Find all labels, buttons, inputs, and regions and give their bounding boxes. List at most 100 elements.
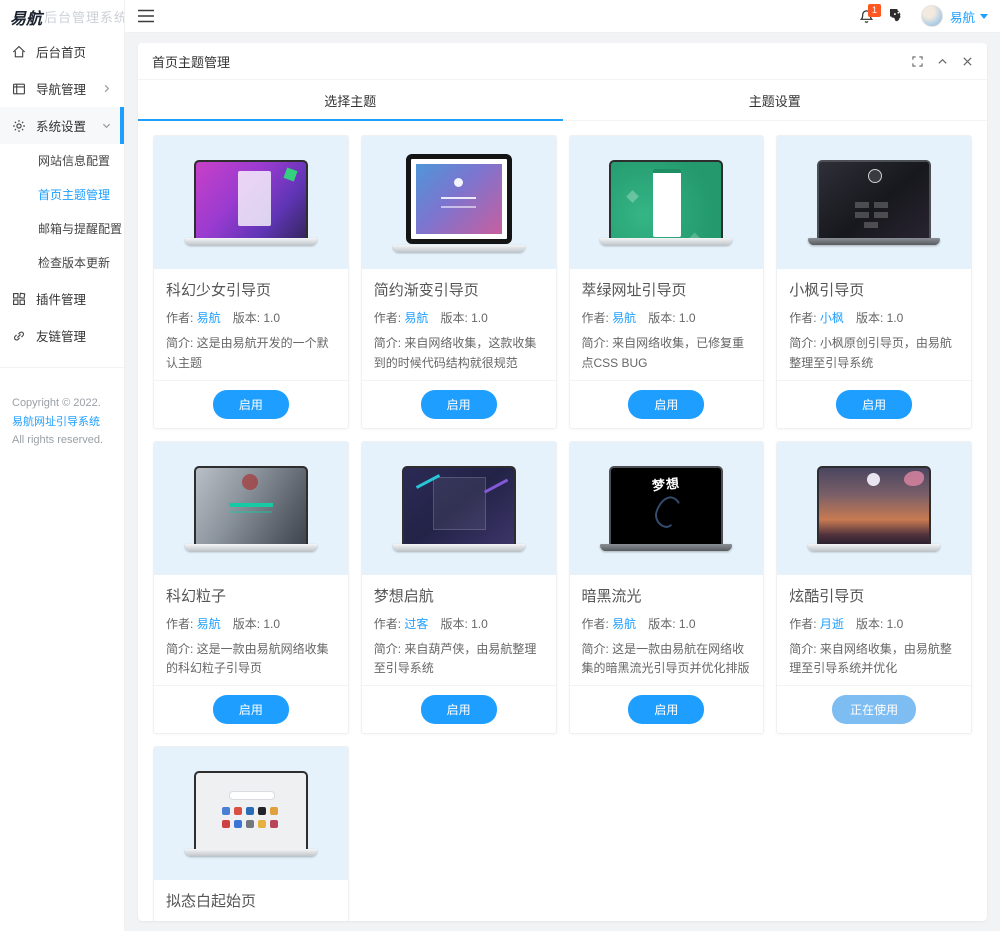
theme-palette-icon[interactable] xyxy=(889,8,905,24)
theme-title: 科幻少女引导页 xyxy=(166,282,272,299)
theme-title: 梦想启航 xyxy=(373,587,434,605)
theme-title: 简约渐变引导页 xyxy=(373,282,479,299)
theme-description: 简介: 来自葫芦侠，由易航整理至引导系统 xyxy=(374,640,544,680)
brand-name: 易航 xyxy=(10,8,43,28)
sidebar-divider xyxy=(0,354,124,368)
apply-theme-button[interactable]: 启用 xyxy=(420,389,497,419)
notification-badge: 1 xyxy=(867,3,881,17)
brand-subtitle: 后台管理系统 xyxy=(44,10,124,25)
desc-label: 简介: xyxy=(789,336,820,350)
apply-theme-button[interactable]: 启用 xyxy=(420,695,497,725)
theme-meta: 作者: 小枫 版本: 1.0 xyxy=(789,309,959,326)
theme-author-link[interactable]: 过客 xyxy=(404,617,428,631)
sidebar-item-plugins[interactable]: 插件管理 xyxy=(0,280,124,317)
sidebar-item-friend-links[interactable]: 友链管理 xyxy=(0,317,124,354)
theme-author-link[interactable]: 易航 xyxy=(197,311,221,325)
desc-label: 简介: xyxy=(166,336,197,350)
menu-toggle-icon[interactable] xyxy=(137,9,155,23)
theme-meta: 作者: 易航版本: 1.0 xyxy=(374,309,544,326)
sidebar-subitem-version-check[interactable]: 检查版本更新 xyxy=(0,246,124,280)
theme-card: 萃绿网址引导页 作者: 易航 版本: 1.0 简介: 来自网络收集，已修复重点CS… xyxy=(568,135,765,429)
version-label: 版本: xyxy=(232,616,264,631)
notifications-bell-icon[interactable]: 1 xyxy=(859,3,881,24)
laptop-mockup xyxy=(392,153,525,252)
home-icon xyxy=(12,45,26,59)
version-label: 版本: xyxy=(855,311,887,325)
apply-theme-button[interactable]: 启用 xyxy=(212,389,289,419)
theme-grid-container: 科幻少女引导页 作者: 易航 版本: 1.0 简介: 这是由易航开发的一个默认主题… xyxy=(138,121,987,921)
theme-in-use-button[interactable]: 正在使用 xyxy=(832,695,917,725)
sidebar-item-label: 导航管理 xyxy=(36,83,87,97)
theme-author-link[interactable]: 月逝 xyxy=(820,617,844,631)
sidebar-item-label: 系统设置 xyxy=(36,120,87,134)
app-logo: 易航 后台管理系统 xyxy=(0,0,124,33)
theme-thumbnail xyxy=(569,136,764,269)
tab-theme-settings[interactable]: 主题设置 xyxy=(563,80,988,120)
sidebar-subitem-site-info[interactable]: 网站信息配置 xyxy=(0,144,124,178)
sidebar-subitem-theme-management[interactable]: 首页主题管理 xyxy=(0,178,124,212)
sidebar-item-dashboard[interactable]: 后台首页 xyxy=(0,33,124,70)
username: 易航 xyxy=(949,10,975,25)
version-label: 版本: xyxy=(648,616,679,631)
apply-theme-button[interactable]: 启用 xyxy=(212,695,289,725)
theme-title: 科幻粒子 xyxy=(166,587,227,605)
version-label: 版本: xyxy=(440,311,472,325)
theme-description: 简介: 来自网络收集，这款收集到的时候代码结构就很规范 xyxy=(374,334,544,374)
theme-version: 1.0 xyxy=(471,311,488,325)
apply-theme-button[interactable]: 启用 xyxy=(836,389,913,419)
theme-thumbnail xyxy=(154,441,348,575)
copyright-link[interactable]: 易航网址引导系统 xyxy=(12,416,100,428)
laptop-mockup xyxy=(392,465,525,551)
theme-thumbnail xyxy=(361,136,556,269)
theme-meta: 作者: 易航版本: 1.0 xyxy=(582,615,752,632)
copyright-prefix: Copyright © 2022. xyxy=(12,397,101,409)
theme-version: 1.0 xyxy=(886,311,904,325)
theme-meta: 作者: 过客 版本: 1.0 xyxy=(374,615,544,632)
desc-label: 简介: xyxy=(373,641,405,656)
theme-version: 1.0 xyxy=(886,616,904,631)
theme-author-link[interactable]: 易航 xyxy=(612,311,636,325)
theme-author-link[interactable]: 易航 xyxy=(612,617,636,631)
collapse-icon[interactable] xyxy=(937,56,948,67)
apply-theme-button[interactable]: 启用 xyxy=(628,695,705,725)
sidebar-item-label: 后台首页 xyxy=(36,46,87,60)
close-icon[interactable] xyxy=(962,56,973,67)
chevron-down-icon xyxy=(102,121,112,131)
apply-theme-button[interactable]: 启用 xyxy=(628,389,705,419)
version-label: 版本: xyxy=(648,311,679,325)
sidebar-subitem-mail-config[interactable]: 邮箱与提醒配置 xyxy=(0,212,124,246)
laptop-mockup xyxy=(184,465,317,551)
theme-author-link[interactable]: 易航 xyxy=(404,311,428,325)
laptop-mockup xyxy=(184,771,317,857)
theme-card: 拟态白起始页 作者: 易航版本: 1.0 简介: 来自网络收集 启用 xyxy=(153,746,349,921)
theme-author-link[interactable]: 易航 xyxy=(197,617,221,631)
theme-meta: 作者: 易航版本: 1.0 xyxy=(166,309,336,326)
sidebar: 易航 后台管理系统 后台首页 导航管理 系统设置 网站信息配置 首页主题管理 邮… xyxy=(0,0,125,931)
theme-management-panel: 首页主题管理 选择主题 主题设置 科幻少女引导页 作者: 易航 版本: 1.0 … xyxy=(138,43,987,921)
system-settings-submenu: 网站信息配置 首页主题管理 邮箱与提醒配置 检查版本更新 xyxy=(0,144,124,280)
version-label: 版本: xyxy=(440,616,472,631)
desc-label: 简介: xyxy=(789,641,820,656)
laptop-mockup xyxy=(184,160,317,245)
theme-card: 梦想启航 作者: 过客 版本: 1.0 简介: 来自葫芦侠，由易航整理至引导系统 … xyxy=(360,440,557,735)
theme-card: 小枫引导页 作者: 小枫 版本: 1.0 简介: 小枫原创引导页，由易航整理至引导… xyxy=(776,135,972,429)
theme-card: 科幻粒子 作者: 易航 版本: 1.0 简介: 这是一款由易航网络收集的科幻粒子引… xyxy=(153,440,349,735)
theme-description: 简介: 这是一款由易航网络收集的科幻粒子引导页 xyxy=(166,640,336,680)
tab-select-theme[interactable]: 选择主题 xyxy=(138,80,563,121)
theme-description: 简介: 这是由易航开发的一个默认主题 xyxy=(166,334,336,374)
user-menu[interactable]: 易航 xyxy=(950,7,988,26)
user-avatar[interactable] xyxy=(920,5,943,27)
theme-meta: 作者: 易航版本: 1.0 xyxy=(582,309,752,326)
sidebar-item-navigation[interactable]: 导航管理 xyxy=(0,70,124,107)
fullscreen-icon[interactable] xyxy=(912,55,923,67)
chevron-right-icon xyxy=(102,84,112,94)
sidebar-item-label: 友链管理 xyxy=(36,330,87,344)
theme-author-link[interactable]: 小枫 xyxy=(820,311,844,325)
sidebar-menu: 后台首页 导航管理 系统设置 网站信息配置 首页主题管理 邮箱与提醒配置 检查版… xyxy=(0,33,124,354)
author-label: 作者: xyxy=(166,616,197,631)
theme-card: 简约渐变引导页 作者: 易航 版本: 1.0 简介: 来自网络收集，这款收集到的时… xyxy=(360,135,557,429)
theme-version: 1.0 xyxy=(678,311,696,325)
desc-label: 简介: xyxy=(373,336,405,350)
sidebar-item-system-settings[interactable]: 系统设置 xyxy=(0,107,124,144)
theme-description: 简介: 来自网络收集，已修复重点CSS BUG xyxy=(582,334,752,374)
